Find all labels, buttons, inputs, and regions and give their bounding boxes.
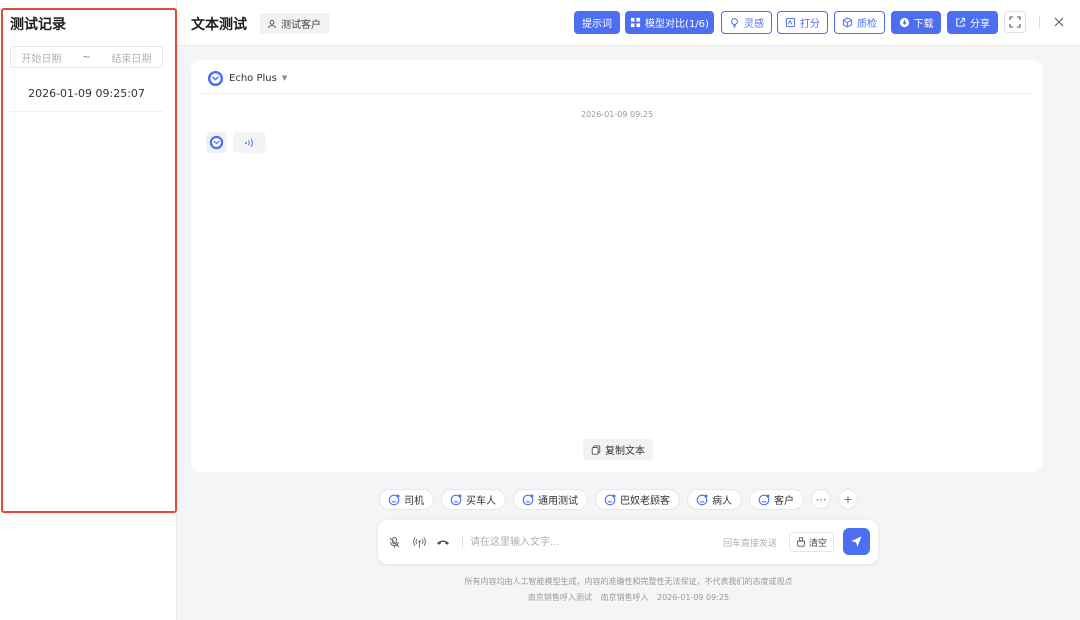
chat-panel: Echo Plus ▼ 2026-01-09 09:25 复制文本 [191, 60, 1043, 472]
role-edit-icon [522, 494, 534, 505]
role-chip-label: 通用测试 [538, 496, 578, 507]
download-button[interactable]: 下载 [891, 11, 941, 34]
copy-text-label: 复制文本 [605, 446, 645, 457]
role-chip-label: 司机 [404, 496, 424, 507]
clear-label: 清空 [809, 538, 828, 549]
hang-up-icon[interactable] [435, 534, 451, 550]
role-chip-label: 巴奴老顾客 [620, 496, 670, 507]
date-end-field[interactable]: 结束日期 [112, 50, 152, 65]
bot-avatar [206, 132, 227, 153]
role-chip-bar: 司机 买车人 通用测试 巴奴老顾客 病人 客户 ⋯ + [379, 489, 858, 510]
share-icon [956, 17, 966, 27]
prompt-button[interactable]: 提示词 [574, 11, 620, 34]
ai-disclaimer: 所有内容均由人工智能模型生成，内容的准确性和完整性无法保证，不代表我们的态度或观… [464, 577, 793, 586]
inspiration-label: 灵感 [744, 19, 764, 30]
inspiration-button[interactable]: 灵感 [721, 11, 772, 34]
copy-icon [591, 444, 601, 455]
role-edit-icon [758, 494, 770, 505]
role-edit-icon [604, 494, 616, 505]
grid-icon [630, 17, 641, 28]
score-icon [785, 17, 796, 28]
sound-wave-icon [245, 138, 253, 147]
add-role-icon[interactable]: + [838, 489, 858, 509]
fullscreen-icon[interactable] [1004, 11, 1026, 33]
sidebar-title: 测试记录 [10, 17, 66, 33]
share-label: 分享 [970, 19, 990, 30]
score-label: 打分 [800, 19, 820, 30]
more-roles-icon[interactable]: ⋯ [811, 489, 831, 509]
user-icon [268, 19, 276, 28]
lightbulb-icon [731, 18, 738, 28]
customer-chip[interactable]: 测试客户 [260, 13, 330, 34]
send-button[interactable] [843, 528, 870, 555]
echo-logo-icon [207, 70, 224, 86]
close-icon[interactable] [1048, 11, 1070, 33]
footer-company: 南京销售呼入测试 [527, 593, 592, 602]
quality-check-label: 质检 [857, 19, 877, 30]
message-composer: 回车直接发送 清空 [378, 520, 878, 564]
broom-icon [796, 537, 806, 547]
footer-company-short: 南京销售呼入 [600, 593, 649, 602]
role-chip-label: 病人 [712, 496, 732, 507]
chevron-down-icon: ▼ [281, 74, 288, 82]
cloud-download-icon [899, 17, 909, 28]
enter-send-hint: 回车直接发送 [723, 539, 778, 549]
role-edit-icon [388, 494, 400, 505]
echo-logo-icon [209, 135, 224, 150]
model-divider [201, 93, 1034, 94]
audio-message-bubble[interactable] [233, 132, 266, 153]
role-chip-patient[interactable]: 病人 [687, 489, 742, 510]
model-compare-button[interactable]: 模型对比(1/6) [625, 11, 714, 34]
message-timestamp: 2026-01-09 09:25 [580, 110, 654, 119]
composer-divider [462, 536, 463, 548]
records-sidebar: 测试记录 开始日期 ~ 结束日期 2026-01-09 09:25:07 [0, 0, 177, 620]
role-chip-regular-customer[interactable]: 巴奴老顾客 [595, 489, 680, 510]
model-selector[interactable]: Echo Plus ▼ [207, 68, 287, 88]
cube-icon [842, 17, 853, 28]
model-name: Echo Plus [229, 72, 277, 84]
broadcast-icon[interactable] [411, 534, 427, 550]
role-chip-car-buyer[interactable]: 买车人 [441, 489, 506, 510]
score-button[interactable]: 打分 [777, 11, 828, 34]
role-chip-general-test[interactable]: 通用测试 [513, 489, 588, 510]
send-icon [851, 536, 862, 547]
footer-info: 南京销售呼入测试 南京销售呼入 2026-01-09 09:25 [177, 592, 1080, 603]
download-label: 下载 [913, 19, 934, 30]
role-edit-icon [450, 494, 462, 505]
date-range-picker[interactable]: 开始日期 ~ 结束日期 [10, 46, 163, 68]
copy-text-button[interactable]: 复制文本 [583, 439, 653, 460]
record-list-item[interactable]: 2026-01-09 09:25:07 [10, 84, 163, 112]
model-compare-label: 模型对比(1/6) [645, 19, 709, 30]
prompt-button-label: 提示词 [582, 19, 612, 30]
role-edit-icon [696, 494, 708, 505]
quality-check-button[interactable]: 质检 [834, 11, 885, 34]
customer-label: 测试客户 [281, 20, 321, 31]
role-chip-driver[interactable]: 司机 [379, 489, 434, 510]
footer-timestamp: 2026-01-09 09:25 [657, 593, 730, 602]
role-chip-label: 客户 [774, 496, 794, 507]
date-start-field[interactable]: 开始日期 [21, 50, 61, 65]
top-bar: 文本测试 测试客户 提示词 模型对比(1/6) 灵感 打分 质检 下载 分享 [177, 0, 1080, 46]
toolbar-divider [1039, 16, 1040, 28]
message-input[interactable] [470, 532, 710, 552]
role-chip-label: 买车人 [466, 496, 496, 507]
role-chip-customer[interactable]: 客户 [749, 489, 804, 510]
date-separator: ~ [82, 51, 91, 63]
mic-off-icon[interactable] [386, 534, 402, 550]
clear-button[interactable]: 清空 [789, 532, 835, 552]
share-button[interactable]: 分享 [947, 11, 998, 34]
page-title: 文本测试 [191, 17, 247, 33]
